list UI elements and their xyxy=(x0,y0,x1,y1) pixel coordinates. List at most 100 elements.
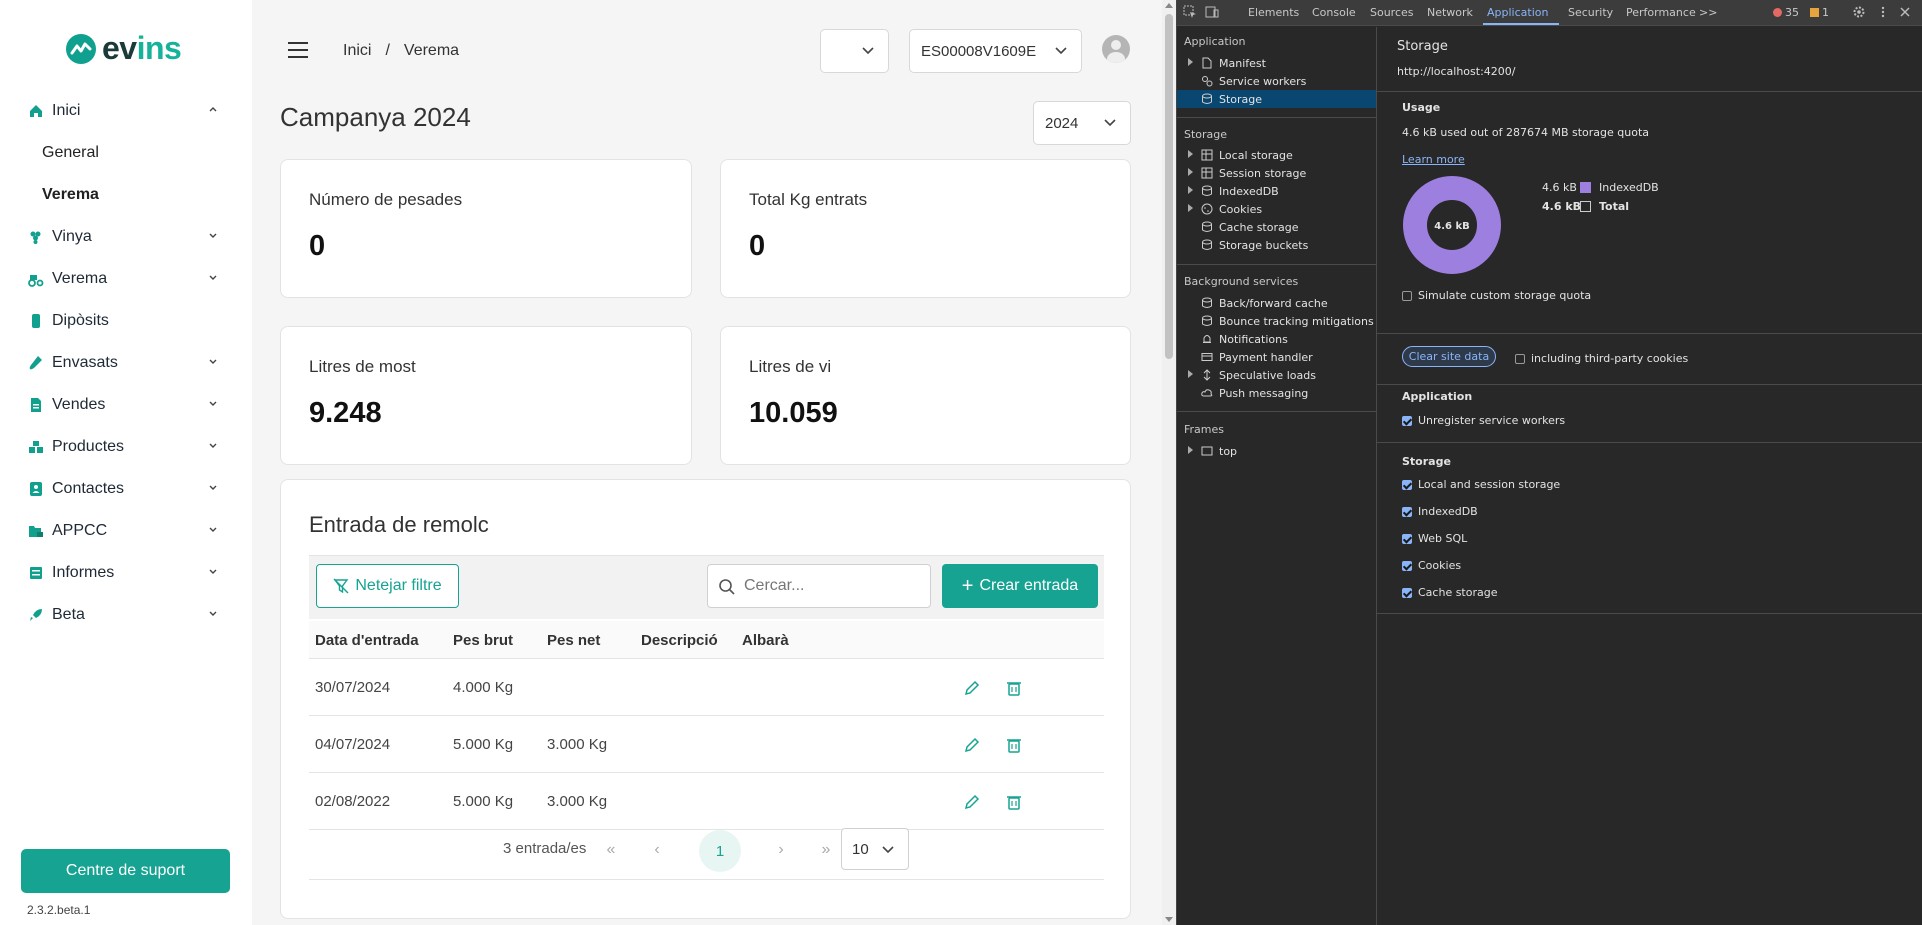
close-icon[interactable] xyxy=(1898,5,1912,19)
clear-filter-button[interactable]: Netejar filtre xyxy=(316,564,459,608)
edit-icon[interactable] xyxy=(963,736,981,754)
tree-item-storage[interactable]: Storage xyxy=(1177,90,1376,108)
prev-page-icon[interactable]: ‹ xyxy=(645,838,669,862)
menu-toggle-icon[interactable] xyxy=(288,42,308,58)
tab-console[interactable]: Console xyxy=(1312,6,1356,19)
year-select[interactable]: 2024 xyxy=(1033,101,1131,145)
simulate-quota-checkbox[interactable]: Simulate custom storage quota xyxy=(1402,289,1591,302)
column-header[interactable]: Pes brut xyxy=(453,632,513,649)
create-entry-button[interactable]: + Crear entrada xyxy=(942,564,1098,608)
clear-local-session-checkbox[interactable]: Local and session storage xyxy=(1402,478,1560,491)
column-header[interactable]: Data d'entrada xyxy=(315,632,419,649)
expand-arrow-icon[interactable] xyxy=(1188,58,1193,66)
avatar[interactable] xyxy=(1102,35,1130,63)
checkbox-checked[interactable] xyxy=(1402,587,1412,598)
checkbox-checked[interactable] xyxy=(1402,533,1412,544)
unregister-sw-checkbox[interactable]: Unregister service workers xyxy=(1402,414,1565,427)
inspect-element-icon[interactable] xyxy=(1183,5,1197,19)
tree-item-storage-buckets[interactable]: Storage buckets xyxy=(1177,236,1376,254)
winery-select[interactable] xyxy=(820,29,889,73)
tree-item-session-storage[interactable]: Session storage xyxy=(1177,164,1376,182)
scroll-up-icon[interactable] xyxy=(1165,3,1173,8)
tab-sources[interactable]: Sources xyxy=(1370,6,1414,19)
sidebar-subitem-verema[interactable]: Verema xyxy=(20,174,232,216)
sidebar-item-inici[interactable]: Inici xyxy=(20,90,232,132)
breadcrumb-item-inici[interactable]: Inici xyxy=(343,42,371,60)
clear-cache-storage-checkbox[interactable]: Cache storage xyxy=(1402,586,1498,599)
tree-item-speculative-loads[interactable]: Speculative loads xyxy=(1177,366,1376,384)
sidebar-item-beta[interactable]: Beta xyxy=(20,594,232,636)
tab-performance[interactable]: Performance xyxy=(1626,6,1696,19)
scroll-down-icon[interactable] xyxy=(1165,917,1173,922)
checkbox-checked[interactable] xyxy=(1402,560,1412,571)
error-counter[interactable]: 35 xyxy=(1773,6,1799,19)
clear-websql-checkbox[interactable]: Web SQL xyxy=(1402,532,1467,545)
sidebar-item-vendes[interactable]: Vendes xyxy=(20,384,232,426)
clear-site-data-button[interactable]: Clear site data xyxy=(1402,346,1496,367)
tree-item-push-messaging[interactable]: Push messaging xyxy=(1177,384,1376,402)
more-tabs-button[interactable]: >> xyxy=(1699,6,1717,19)
tree-item-service-workers[interactable]: Service workers xyxy=(1177,72,1376,90)
tree-item-manifest[interactable]: Manifest xyxy=(1177,54,1376,72)
tab-elements[interactable]: Elements xyxy=(1248,6,1299,19)
trash-icon[interactable] xyxy=(1005,679,1023,697)
trash-icon[interactable] xyxy=(1005,736,1023,754)
learn-more-link[interactable]: Learn more xyxy=(1402,153,1465,166)
page-size-select[interactable]: 10 xyxy=(841,828,909,870)
checkbox-checked[interactable] xyxy=(1402,479,1412,490)
checkbox-checked[interactable] xyxy=(1402,415,1412,426)
scrollbar-thumb[interactable] xyxy=(1165,14,1173,359)
column-header[interactable]: Descripció xyxy=(641,632,718,649)
sidebar-item-envasats[interactable]: Envasats xyxy=(20,342,232,384)
tree-item-local-storage[interactable]: Local storage xyxy=(1177,146,1376,164)
expand-arrow-icon[interactable] xyxy=(1188,446,1193,454)
tree-item-cache-storage[interactable]: Cache storage xyxy=(1177,218,1376,236)
page-scrollbar[interactable] xyxy=(1162,0,1176,925)
sidebar-item-contactes[interactable]: Contactes xyxy=(20,468,232,510)
settings-gear-icon[interactable] xyxy=(1852,5,1866,19)
checkbox-unchecked[interactable] xyxy=(1402,290,1412,301)
expand-arrow-icon[interactable] xyxy=(1188,168,1193,176)
sidebar-item-appcc[interactable]: APPCC xyxy=(20,510,232,552)
sidebar-subitem-general[interactable]: General xyxy=(20,132,232,174)
sidebar-item-verema[interactable]: Verema xyxy=(20,258,232,300)
checkbox-unchecked[interactable] xyxy=(1515,353,1525,364)
column-header[interactable]: Pes net xyxy=(547,632,600,649)
tab-application[interactable]: Application xyxy=(1487,6,1548,19)
device-toolbar-icon[interactable] xyxy=(1205,5,1219,19)
trash-icon[interactable] xyxy=(1005,793,1023,811)
tab-security[interactable]: Security xyxy=(1568,6,1613,19)
tree-item-cookies[interactable]: Cookies xyxy=(1177,200,1376,218)
column-header[interactable]: Albarà xyxy=(742,632,789,649)
third-party-cookies-checkbox[interactable]: including third-party cookies xyxy=(1515,352,1688,365)
first-page-icon[interactable]: « xyxy=(599,838,623,862)
sidebar-item-informes[interactable]: Informes xyxy=(20,552,232,594)
expand-arrow-icon[interactable] xyxy=(1188,204,1193,212)
tab-network[interactable]: Network xyxy=(1427,6,1473,19)
clear-indexeddb-checkbox[interactable]: IndexedDB xyxy=(1402,505,1478,518)
search-input[interactable] xyxy=(744,575,924,597)
expand-arrow-icon[interactable] xyxy=(1188,150,1193,158)
clear-cookies-checkbox[interactable]: Cookies xyxy=(1402,559,1461,572)
more-options-icon[interactable] xyxy=(1876,5,1890,19)
registry-id-select[interactable]: ES00008V1609E xyxy=(909,29,1082,73)
tree-item-bfcache[interactable]: Back/forward cache xyxy=(1177,294,1376,312)
tree-item-notifications[interactable]: Notifications xyxy=(1177,330,1376,348)
checkbox-checked[interactable] xyxy=(1402,506,1412,517)
tree-item-bounce-tracking[interactable]: Bounce tracking mitigations xyxy=(1177,312,1376,330)
last-page-icon[interactable]: » xyxy=(814,838,838,862)
edit-icon[interactable] xyxy=(963,679,981,697)
tree-item-payment-handler[interactable]: Payment handler xyxy=(1177,348,1376,366)
tree-item-frame-top[interactable]: top xyxy=(1177,442,1376,460)
sidebar-item-vinya[interactable]: Vinya xyxy=(20,216,232,258)
sidebar-item-diposits[interactable]: Dipòsits xyxy=(20,300,232,342)
edit-icon[interactable] xyxy=(963,793,981,811)
tree-item-indexeddb[interactable]: IndexedDB xyxy=(1177,182,1376,200)
sidebar-item-productes[interactable]: Productes xyxy=(20,426,232,468)
expand-arrow-icon[interactable] xyxy=(1188,186,1193,194)
next-page-icon[interactable]: › xyxy=(769,838,793,862)
warning-counter[interactable]: 1 xyxy=(1810,6,1829,19)
support-center-button[interactable]: Centre de suport xyxy=(21,849,230,893)
current-page-button[interactable]: 1 xyxy=(699,830,741,872)
expand-arrow-icon[interactable] xyxy=(1188,370,1193,378)
